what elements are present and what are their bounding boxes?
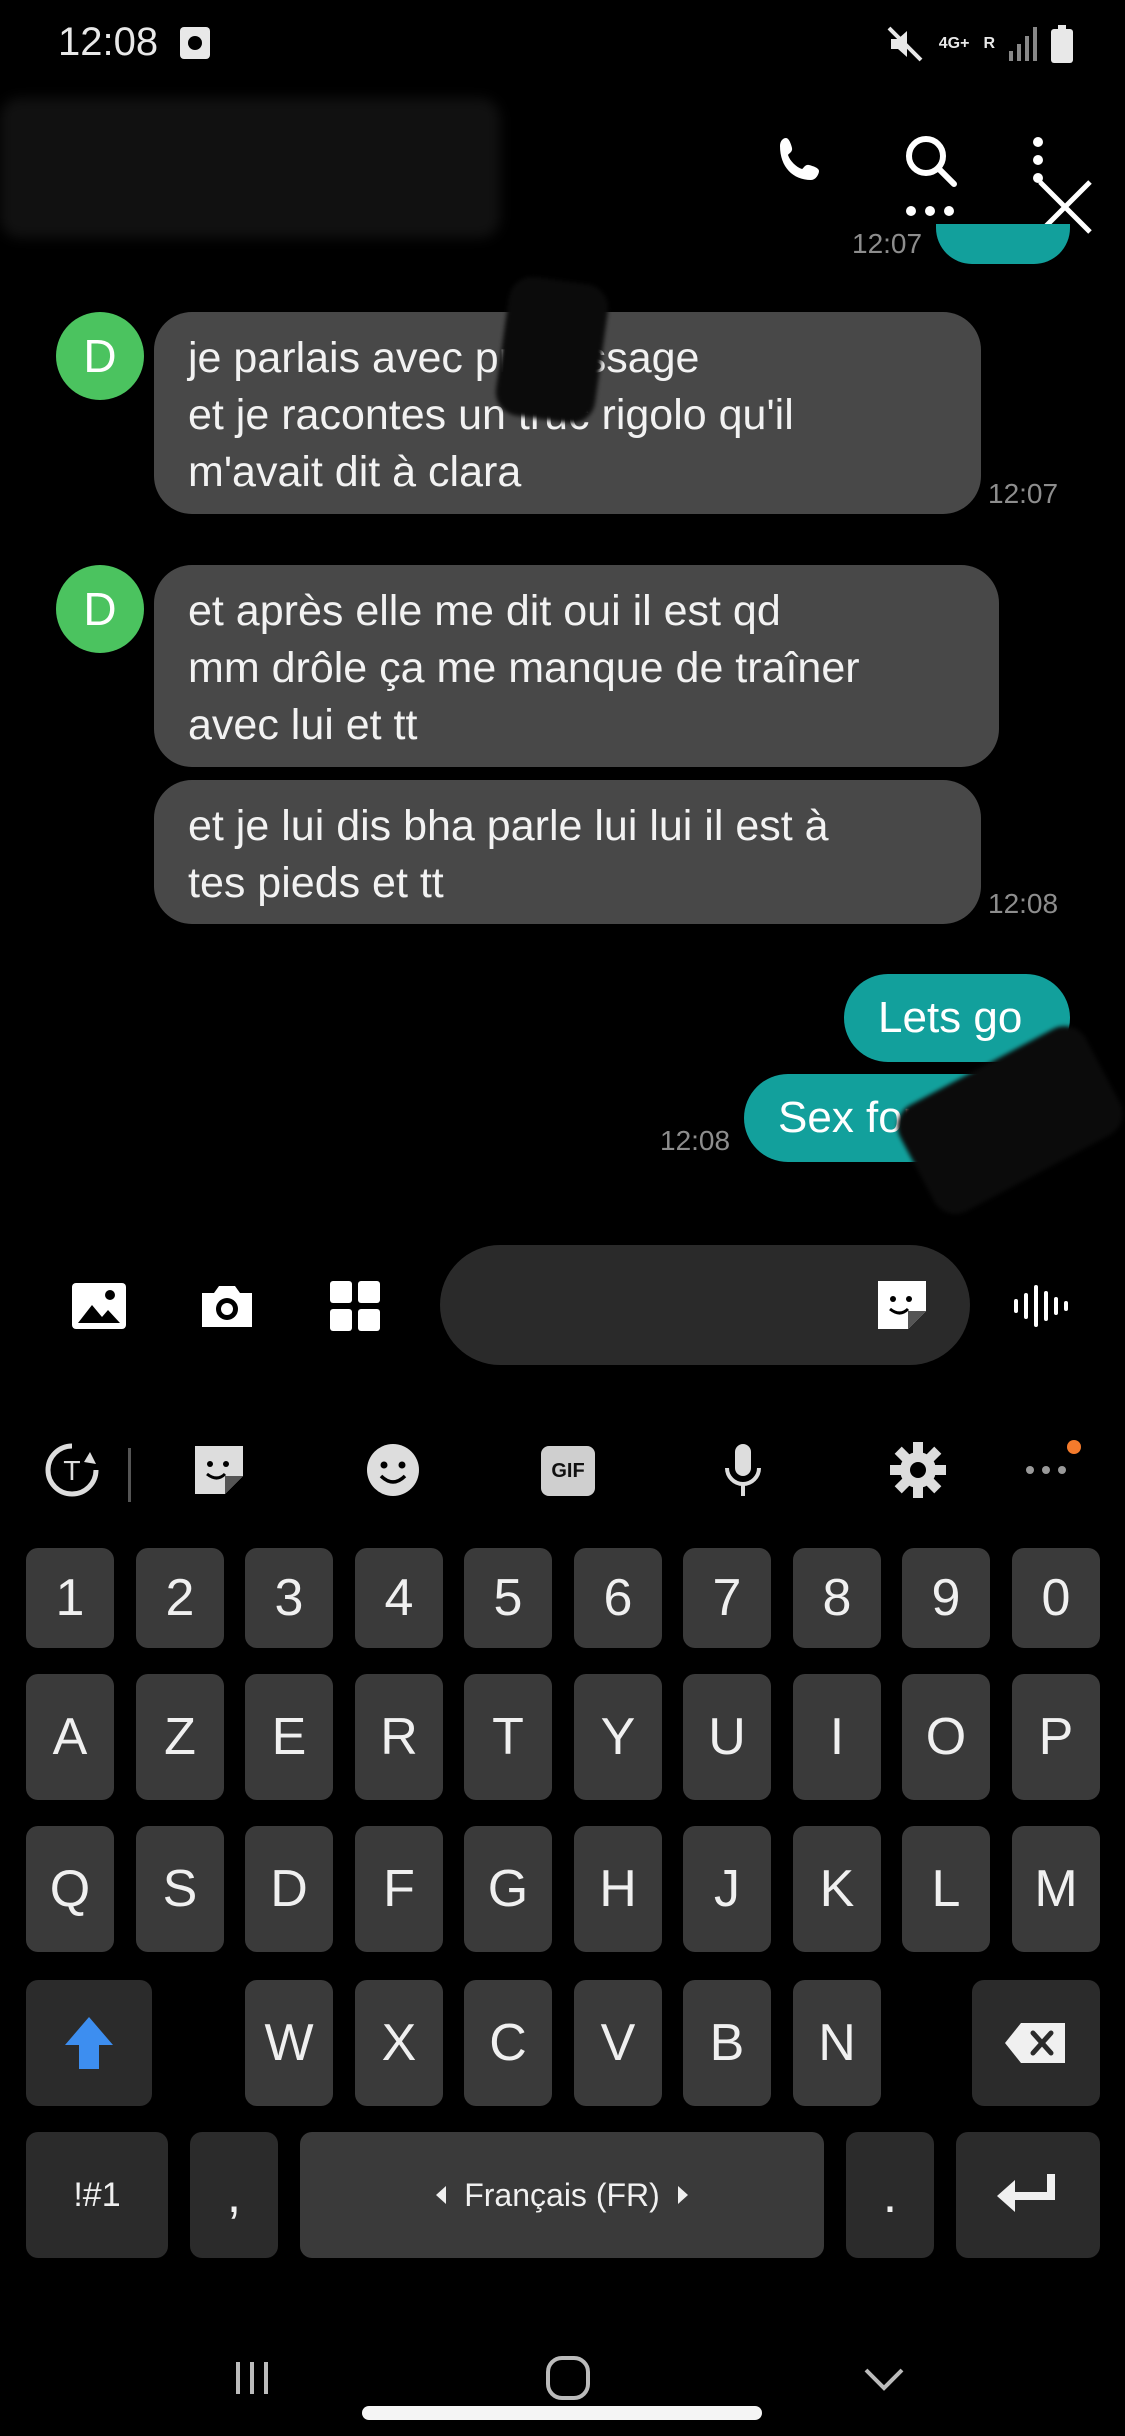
enter-icon (997, 2174, 1055, 2212)
backspace-key[interactable] (972, 1980, 1100, 2106)
toolbar-separator (128, 1448, 131, 1502)
key-k[interactable]: K (793, 1826, 881, 1952)
mute-icon (887, 26, 923, 62)
phone-icon[interactable] (768, 128, 832, 192)
key-s[interactable]: S (136, 1826, 224, 1952)
avatar[interactable]: D (56, 312, 144, 400)
sticker-icon[interactable] (187, 1438, 251, 1502)
key-c[interactable]: C (464, 1980, 552, 2106)
language-right-icon (677, 2186, 688, 2204)
key-n[interactable]: N (793, 1980, 881, 2106)
space-key-label: Français (FR) (464, 2176, 660, 2213)
key-1[interactable]: 1 (26, 1548, 114, 1648)
key-2[interactable]: 2 (136, 1548, 224, 1648)
key-x[interactable]: X (355, 1980, 443, 2106)
shift-arrow-icon (65, 2017, 113, 2069)
redaction-mark (492, 273, 612, 427)
key-t[interactable]: T (464, 1674, 552, 1800)
key-7[interactable]: 7 (683, 1548, 771, 1648)
sticker-icon[interactable] (870, 1273, 934, 1337)
key-u[interactable]: U (683, 1674, 771, 1800)
key-6[interactable]: 6 (574, 1548, 662, 1648)
enter-key[interactable] (956, 2132, 1100, 2258)
settings-icon[interactable] (886, 1438, 950, 1502)
key-p[interactable]: P (1012, 1674, 1100, 1800)
language-left-icon (436, 2186, 447, 2204)
gesture-handle[interactable] (362, 2406, 762, 2420)
key-o[interactable]: O (902, 1674, 990, 1800)
message-time: 12:07 (988, 478, 1059, 509)
incoming-message[interactable]: et après elle me dit oui il est qd mm dr… (154, 565, 999, 767)
status-time: 12:08 (58, 20, 159, 64)
comma-key[interactable]: , (190, 2132, 278, 2258)
message-time: 12:08 (988, 888, 1059, 919)
voice-wave-icon[interactable] (1008, 1273, 1074, 1339)
key-a[interactable]: A (26, 1674, 114, 1800)
back-icon[interactable] (854, 2348, 914, 2408)
key-m[interactable]: M (1012, 1826, 1100, 1952)
key-r[interactable]: R (355, 1674, 443, 1800)
svg-text:T: T (63, 1457, 80, 1487)
key-w[interactable]: W (245, 1980, 333, 2106)
shift-key[interactable] (26, 1980, 152, 2106)
mic-icon[interactable] (711, 1438, 775, 1502)
incoming-message[interactable]: et je lui dis bha parle lui lui il est à… (154, 780, 981, 924)
key-y[interactable]: Y (574, 1674, 662, 1800)
battery-icon (1051, 25, 1073, 63)
gif-icon[interactable]: GIF (541, 1446, 595, 1496)
key-5[interactable]: 5 (464, 1548, 552, 1648)
space-key[interactable]: Français (FR) (300, 2132, 824, 2258)
notification-icon (180, 27, 210, 59)
status-bar: 12:08 4G+ R (0, 0, 1125, 90)
home-icon[interactable] (538, 2348, 598, 2408)
search-icon[interactable] (898, 128, 962, 192)
camera-icon[interactable] (194, 1273, 260, 1339)
previous-message-time: 12:07 (852, 228, 923, 259)
notification-dot (1067, 1440, 1081, 1454)
key-d[interactable]: D (245, 1826, 333, 1952)
gallery-icon[interactable] (66, 1273, 132, 1339)
message-composer (0, 1245, 1125, 1365)
key-v[interactable]: V (574, 1980, 662, 2106)
apps-grid-icon[interactable] (322, 1273, 388, 1339)
symbols-key[interactable]: !#1 (26, 2132, 168, 2258)
key-j[interactable]: J (683, 1826, 771, 1952)
key-f[interactable]: F (355, 1826, 443, 1952)
signal-icon (1009, 27, 1037, 61)
key-l[interactable]: L (902, 1826, 990, 1952)
key-b[interactable]: B (683, 1980, 771, 2106)
key-9[interactable]: 9 (902, 1548, 990, 1648)
key-0[interactable]: 0 (1012, 1548, 1100, 1648)
keyboard-toolbar: T GIF (0, 1420, 1125, 1520)
status-icons: 4G+ R (885, 22, 1073, 66)
key-e[interactable]: E (245, 1674, 333, 1800)
key-g[interactable]: G (464, 1826, 552, 1952)
roaming-indicator: R (983, 35, 995, 52)
search-options-dots-icon (906, 206, 954, 216)
recents-icon[interactable] (222, 2348, 282, 2408)
redacted-contact-name (0, 98, 500, 238)
period-key[interactable]: . (846, 2132, 934, 2258)
backspace-icon (1005, 2023, 1065, 2063)
key-h[interactable]: H (574, 1826, 662, 1952)
message-time: 12:08 (660, 1125, 731, 1156)
key-8[interactable]: 8 (793, 1548, 881, 1648)
emoji-icon[interactable] (361, 1438, 425, 1502)
previous-outgoing-bubble (936, 224, 1070, 264)
navigation-bar (0, 2320, 1125, 2436)
key-4[interactable]: 4 (355, 1548, 443, 1648)
key-z[interactable]: Z (136, 1674, 224, 1800)
translate-icon[interactable]: T (40, 1438, 104, 1502)
conversation: D je parlais avec pr message et je racon… (0, 270, 1125, 1223)
avatar[interactable]: D (56, 565, 144, 653)
key-i[interactable]: I (793, 1674, 881, 1800)
network-type: 4G+ (938, 35, 970, 52)
key-q[interactable]: Q (26, 1826, 114, 1952)
key-3[interactable]: 3 (245, 1548, 333, 1648)
